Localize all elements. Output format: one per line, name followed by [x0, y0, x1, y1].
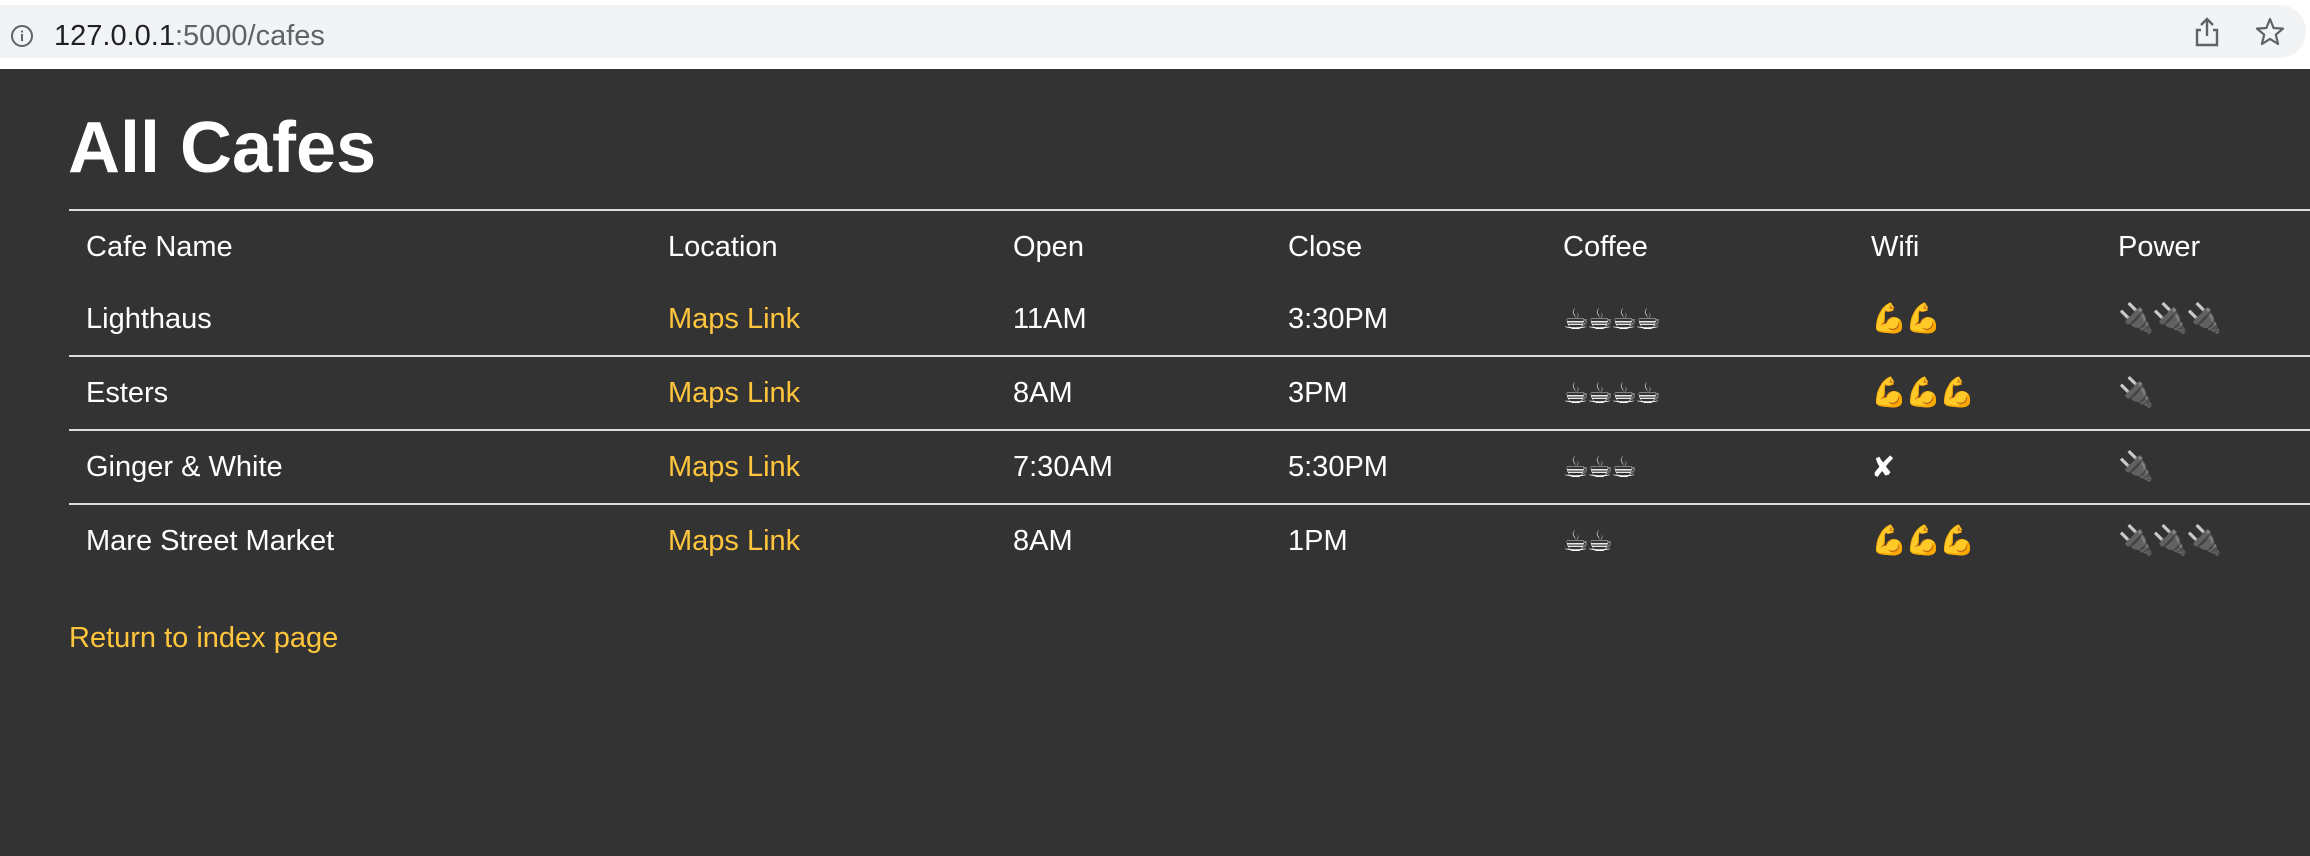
share-icon[interactable] [2192, 16, 2222, 48]
power-rating: 🔌 [2118, 451, 2154, 483]
open-time: 11AM [1013, 302, 1087, 335]
maps-link[interactable]: Maps Link [668, 303, 800, 335]
browser-toolbar: 127.0.0.1:5000/cafes [0, 0, 2310, 69]
close-time: 3PM [1288, 376, 1348, 409]
table-row: Lighthaus Maps Link 11AM 3:30PM ☕☕☕☕ 💪💪 … [69, 283, 2310, 356]
close-time: 3:30PM [1288, 302, 1388, 335]
maps-link[interactable]: Maps Link [668, 377, 800, 409]
location-cell: Maps Link [651, 356, 996, 430]
coffee-rating: ☕☕☕☕ [1563, 303, 1661, 336]
cafe-name: Lighthaus [86, 302, 212, 335]
open-time: 7:30AM [1013, 450, 1113, 483]
close-time: 1PM [1288, 524, 1348, 557]
close-time: 5:30PM [1288, 450, 1388, 483]
table-row: Ginger & White Maps Link 7:30AM 5:30PM ☕… [69, 430, 2310, 504]
column-header-coffee: Coffee [1563, 230, 1648, 263]
wifi-rating: 💪💪💪 [1871, 525, 1975, 557]
star-icon[interactable] [2254, 16, 2286, 48]
column-header-power: Power [2118, 230, 2201, 263]
power-rating: 🔌🔌🔌 [2118, 303, 2222, 335]
maps-link[interactable]: Maps Link [668, 451, 800, 483]
table-row: Mare Street Market Maps Link 8AM 1PM ☕☕ … [69, 504, 2310, 577]
url-text[interactable]: 127.0.0.1:5000/cafes [54, 19, 325, 54]
page-title: All Cafes [68, 108, 377, 188]
maps-link[interactable]: Maps Link [668, 525, 800, 557]
power-rating: 🔌🔌🔌 [2118, 525, 2222, 557]
url-host: 127.0.0.1 [54, 20, 175, 52]
cafe-name: Esters [86, 376, 169, 409]
coffee-rating: ☕☕☕☕ [1563, 377, 1661, 410]
column-header-location: Location [668, 230, 778, 263]
wifi-rating: 💪💪 [1871, 303, 1941, 335]
column-header-wifi: Wifi [1871, 230, 1920, 263]
power-rating: 🔌 [2118, 377, 2154, 409]
column-header-cafe-name: Cafe Name [86, 230, 233, 263]
cafe-name: Mare Street Market [86, 524, 335, 557]
table-row: Esters Maps Link 8AM 3PM ☕☕☕☕ 💪💪💪 🔌 [69, 356, 2310, 430]
address-bar[interactable]: 127.0.0.1:5000/cafes [0, 5, 2306, 58]
return-to-index-link[interactable]: Return to index page [69, 620, 338, 656]
location-cell: Maps Link [651, 283, 996, 356]
coffee-rating: ☕☕ [1563, 525, 1613, 558]
table-header-row: Cafe Name Location Open Close Coffee Wif… [69, 210, 2310, 283]
page-content: All Cafes Cafe Name Location Open Close … [0, 69, 2310, 856]
cafes-table: Cafe Name Location Open Close Coffee Wif… [69, 209, 2310, 577]
wifi-rating: 💪💪💪 [1871, 377, 1975, 409]
column-header-close: Close [1288, 230, 1363, 263]
location-cell: Maps Link [651, 430, 996, 504]
info-icon[interactable] [10, 24, 34, 48]
coffee-rating: ☕☕☕ [1563, 451, 1637, 484]
url-path: :5000/cafes [174, 20, 325, 52]
wifi-rating: ✘ [1871, 451, 1895, 484]
open-time: 8AM [1013, 376, 1073, 409]
column-header-open: Open [1013, 230, 1084, 263]
location-cell: Maps Link [651, 504, 996, 577]
open-time: 8AM [1013, 524, 1073, 557]
cafe-name: Ginger & White [86, 450, 283, 483]
